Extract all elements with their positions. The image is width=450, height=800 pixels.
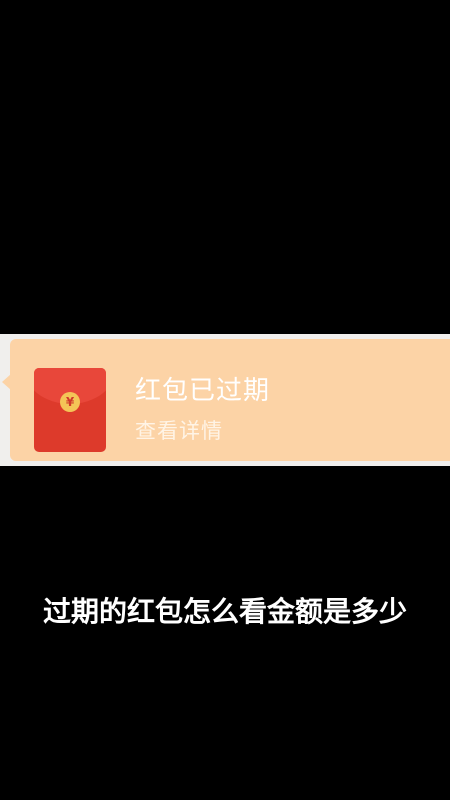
yuan-coin-icon: ¥ bbox=[60, 392, 80, 412]
red-packet-message[interactable]: ¥ 红包已过期 查看详情 bbox=[10, 339, 450, 461]
chat-message-area: ¥ 红包已过期 查看详情 bbox=[0, 334, 450, 466]
video-caption: 过期的红包怎么看金额是多少 bbox=[42, 595, 407, 628]
red-packet-status-title: 红包已过期 bbox=[135, 376, 271, 406]
red-envelope-icon: ¥ bbox=[34, 368, 106, 452]
view-details-link[interactable]: 查看详情 bbox=[135, 417, 223, 445]
video-frame: ¥ 红包已过期 查看详情 过期的红包怎么看金额是多少 bbox=[0, 0, 450, 800]
